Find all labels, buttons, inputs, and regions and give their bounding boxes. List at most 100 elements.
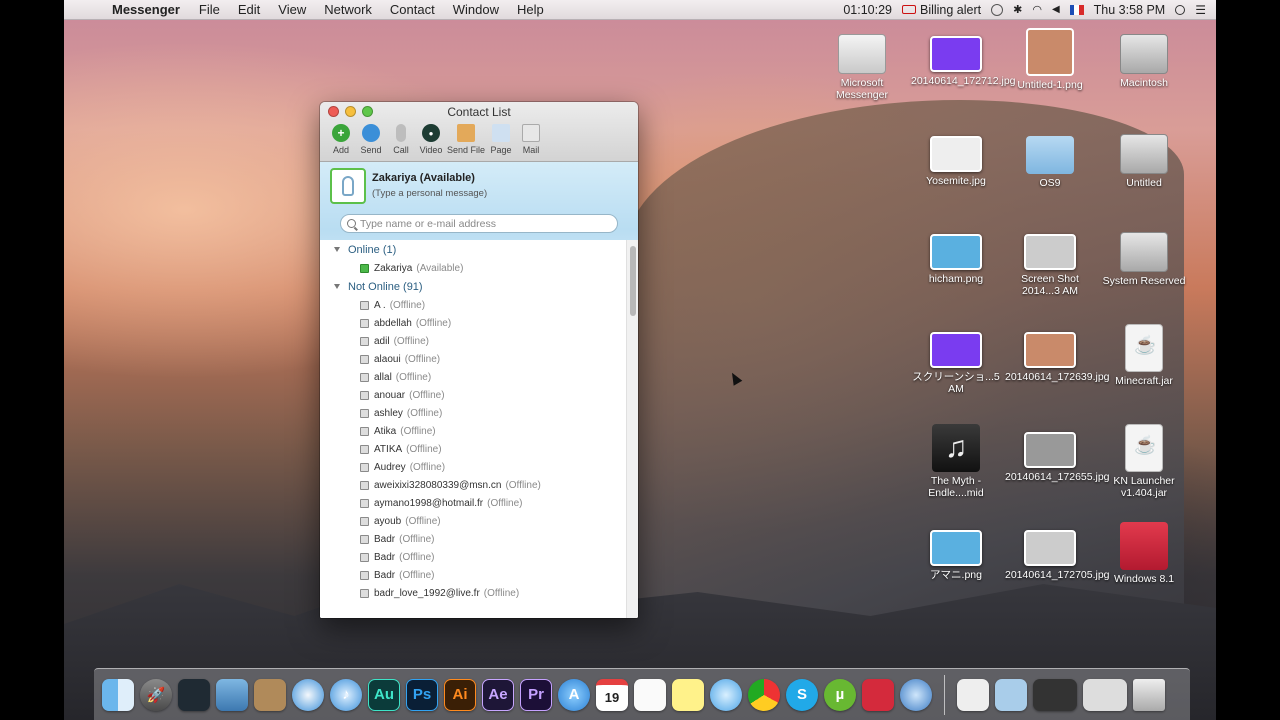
menu-window[interactable]: Window — [444, 2, 508, 17]
contact-row[interactable]: Audrey (Offline) — [320, 458, 626, 476]
contact-group-header[interactable]: Online (1) — [320, 240, 626, 259]
contact-row[interactable]: aymano1998@hotmail.fr (Offline) — [320, 494, 626, 512]
contacts-icon[interactable] — [254, 678, 286, 711]
page-button[interactable]: Page — [486, 124, 516, 155]
finder-icon[interactable] — [102, 678, 134, 711]
avatar[interactable] — [330, 168, 366, 204]
notification-center-icon[interactable]: ☰ — [1195, 3, 1206, 17]
window-titlebar[interactable]: Contact List + Add Send Call ● Video Sen… — [320, 102, 638, 162]
desktop-icon[interactable]: Macintosh — [1099, 28, 1189, 89]
send-button[interactable]: Send — [356, 124, 386, 155]
contact-row[interactable]: adil (Offline) — [320, 332, 626, 350]
timer-display[interactable]: 01:10:29 — [843, 3, 892, 17]
scrollbar[interactable] — [626, 240, 638, 618]
app-menu[interactable]: Messenger — [104, 2, 190, 17]
wifi-icon[interactable]: ◠ — [1032, 3, 1042, 16]
menu-view[interactable]: View — [269, 2, 315, 17]
audition-icon[interactable]: Au — [368, 678, 400, 711]
desktop-icon[interactable]: ♫ The Myth - Endle....mid — [911, 424, 1001, 499]
search-input[interactable] — [360, 217, 610, 230]
desktop-icon[interactable]: Microsoft Messenger — [817, 28, 907, 101]
mail-button[interactable]: Mail — [516, 124, 546, 155]
spotlight-icon[interactable] — [1175, 4, 1186, 15]
messages-icon[interactable] — [710, 678, 742, 711]
video-button[interactable]: ● Video — [416, 124, 446, 155]
mission-control-icon[interactable] — [178, 678, 210, 711]
launchpad-icon[interactable]: 🚀 — [140, 678, 172, 711]
parallels-icon[interactable] — [862, 678, 894, 711]
after-effects-icon[interactable]: Ae — [482, 678, 514, 711]
desktop-icon[interactable]: OS9 — [1005, 128, 1095, 189]
desktop-icon[interactable]: 20140614_172712.jpg — [911, 28, 1016, 87]
trash-icon[interactable] — [1133, 678, 1165, 711]
desktop-icon[interactable]: System Reserved — [1099, 226, 1189, 287]
bluetooth-icon[interactable]: ✱ — [1013, 3, 1022, 16]
menu-edit[interactable]: Edit — [229, 2, 269, 17]
disclosure-triangle-icon[interactable] — [334, 284, 340, 289]
disclosure-triangle-icon[interactable] — [334, 247, 340, 252]
desktop-icon[interactable]: KN Launcher v1.404.jar — [1099, 424, 1189, 499]
menu-network[interactable]: Network — [315, 2, 381, 17]
chrome-icon[interactable] — [748, 678, 780, 711]
desktop-icon[interactable]: hicham.png — [911, 226, 1001, 285]
desktop-icon[interactable]: 20140614_172705.jpg — [1005, 522, 1110, 581]
preview-icon[interactable] — [216, 678, 248, 711]
send-file-button[interactable]: Send File — [446, 124, 486, 155]
app-store-icon[interactable]: A — [558, 678, 590, 711]
flag-fr-icon[interactable] — [1069, 4, 1084, 15]
desktop-icon[interactable]: 20140614_172655.jpg — [1005, 424, 1110, 483]
contact-row[interactable]: ashley (Offline) — [320, 404, 626, 422]
profile-name[interactable]: Zakariya (Available) — [372, 172, 475, 184]
contact-row[interactable]: Zakariya (Available) — [320, 259, 626, 277]
contact-group-header[interactable]: Not Online (91) — [320, 277, 626, 296]
desktop-icon[interactable]: Minecraft.jar — [1099, 324, 1189, 387]
contact-row[interactable]: anouar (Offline) — [320, 386, 626, 404]
volume-icon[interactable]: ◀ — [1052, 4, 1060, 15]
network-icon[interactable] — [900, 678, 932, 711]
calendar-icon[interactable]: 19 — [596, 678, 628, 711]
desktop-icon[interactable]: Windows 8.1 — [1099, 522, 1189, 585]
desktop-icon[interactable]: Untitled-1.png — [1005, 28, 1095, 91]
desktop-icon[interactable]: Untitled — [1099, 128, 1189, 189]
contact-row[interactable]: Badr (Offline) — [320, 530, 626, 548]
time-machine-icon[interactable] — [991, 3, 1004, 16]
menu-file[interactable]: File — [190, 2, 229, 17]
contact-row[interactable]: ATIKA (Offline) — [320, 440, 626, 458]
contact-row[interactable]: Badr (Offline) — [320, 548, 626, 566]
desktop-icon[interactable]: アマニ.png — [911, 522, 1001, 581]
contact-row[interactable]: badr_love_1992@live.fr (Offline) — [320, 584, 626, 602]
screenshot-stack-icon[interactable] — [1083, 678, 1127, 711]
contact-row[interactable]: Atika (Offline) — [320, 422, 626, 440]
clock[interactable]: Thu 3:58 PM — [1094, 3, 1166, 17]
photoshop-icon[interactable]: Ps — [406, 678, 438, 711]
desktop-icon[interactable]: 20140614_172639.jpg — [1005, 324, 1110, 383]
itunes-icon[interactable]: ♪ — [330, 678, 362, 711]
stickies-icon[interactable] — [672, 678, 704, 711]
downloads-icon[interactable] — [1033, 678, 1077, 711]
reminders-icon[interactable] — [634, 678, 666, 711]
contact-row[interactable]: allal (Offline) — [320, 368, 626, 386]
add-button[interactable]: + Add — [326, 124, 356, 155]
documents-icon[interactable] — [957, 678, 989, 711]
desktop-icon[interactable]: スクリーンショ...5 AM — [911, 324, 1001, 395]
desktop-icon[interactable]: Yosemite.jpg — [911, 128, 1001, 187]
premiere-icon[interactable]: Pr — [520, 678, 552, 711]
illustrator-icon[interactable]: Ai — [444, 678, 476, 711]
contact-row[interactable]: ayoub (Offline) — [320, 512, 626, 530]
contact-row[interactable]: A . (Offline) — [320, 296, 626, 314]
personal-message[interactable]: (Type a personal message) — [372, 188, 487, 199]
utorrent-icon[interactable]: µ — [824, 678, 856, 711]
contact-row[interactable]: Badr (Offline) — [320, 566, 626, 584]
scrollbar-thumb[interactable] — [630, 246, 636, 316]
desktop-icon[interactable]: Screen Shot 2014...3 AM — [1005, 226, 1095, 297]
menu-contact[interactable]: Contact — [381, 2, 444, 17]
contact-row[interactable]: aweixixi328080339@msn.cn (Offline) — [320, 476, 626, 494]
contact-row[interactable]: abdellah (Offline) — [320, 314, 626, 332]
folder-icon[interactable] — [995, 678, 1027, 711]
billing-alert[interactable]: Billing alert — [901, 3, 981, 17]
skype-icon[interactable]: S — [786, 678, 818, 711]
search-box[interactable] — [340, 214, 618, 233]
call-button[interactable]: Call — [386, 124, 416, 155]
contact-row[interactable]: alaoui (Offline) — [320, 350, 626, 368]
menu-help[interactable]: Help — [508, 2, 553, 17]
